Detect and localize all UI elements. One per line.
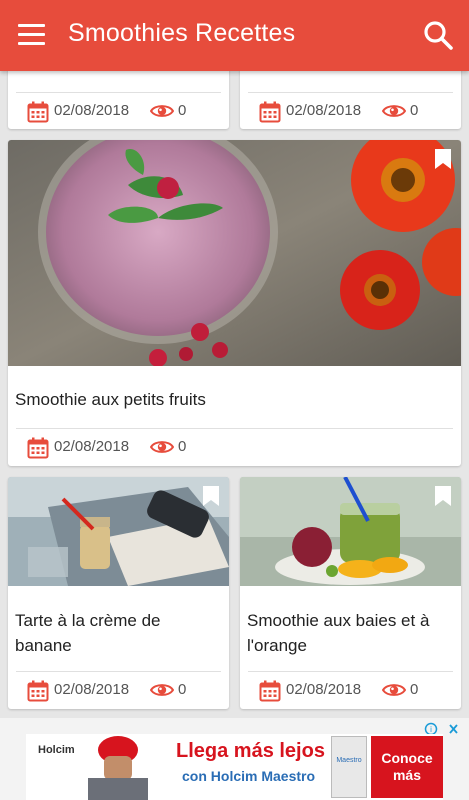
calendar-icon xyxy=(259,101,281,123)
ad-product-bag: Maestro xyxy=(331,736,367,798)
recipe-image xyxy=(240,477,461,586)
calendar-icon xyxy=(27,101,49,123)
eye-icon xyxy=(382,105,406,117)
recipe-date: 02/08/2018 xyxy=(286,681,362,698)
eye-icon xyxy=(150,441,174,453)
recipe-views: 0 xyxy=(178,102,187,119)
calendar-icon xyxy=(27,680,49,702)
recipe-meta: 02/08/2018 0 xyxy=(16,428,453,464)
recipe-title: Smoothie aux petits fruits xyxy=(15,390,206,409)
ad-creative[interactable]: Holcim Llega más lejos con Holcim Maestr… xyxy=(26,734,443,800)
recipe-image xyxy=(8,477,229,586)
ad-subheadline: con Holcim Maestro xyxy=(182,768,316,784)
menu-icon[interactable] xyxy=(18,24,45,46)
calendar-icon xyxy=(27,437,49,459)
bookmark-icon[interactable] xyxy=(434,485,452,507)
ad-brand-logo: Holcim xyxy=(38,744,75,756)
ad-banner[interactable]: i Holcim Llega más lejos con Holcim Maes… xyxy=(0,718,469,800)
recipe-meta: 02/08/2018 0 xyxy=(248,671,453,707)
eye-icon xyxy=(150,105,174,117)
recipe-date: 02/08/2018 xyxy=(54,681,130,698)
recipe-image xyxy=(8,140,461,366)
ad-headline: Llega más lejos xyxy=(176,740,325,762)
eye-icon xyxy=(150,684,174,696)
recipe-meta: 02/08/2018 0 xyxy=(16,92,221,128)
recipe-views: 0 xyxy=(410,102,419,119)
recipe-views: 0 xyxy=(178,438,187,455)
recipe-date: 02/08/2018 xyxy=(286,102,362,119)
recipe-card[interactable]: Smoothie aux baies et à l'orange 02/08/2… xyxy=(240,477,461,709)
recipe-title: Tarte à la crème de banane xyxy=(15,611,161,655)
recipe-meta: 02/08/2018 0 xyxy=(16,671,221,707)
bookmark-icon[interactable] xyxy=(202,485,220,507)
search-icon[interactable] xyxy=(422,19,454,51)
svg-text:i: i xyxy=(430,725,432,734)
ad-worker-image xyxy=(88,736,148,800)
recipe-date: 02/08/2018 xyxy=(54,102,130,119)
recipe-views: 0 xyxy=(410,681,419,698)
recipe-title: Smoothie aux baies et à l'orange xyxy=(247,611,430,655)
eye-icon xyxy=(382,684,406,696)
recipe-meta: 02/08/2018 0 xyxy=(248,92,453,128)
recipe-date: 02/08/2018 xyxy=(54,438,130,455)
calendar-icon xyxy=(259,680,281,702)
recipe-views: 0 xyxy=(178,681,187,698)
recipe-card[interactable]: Tarte à la crème de banane 02/08/2018 0 xyxy=(8,477,229,709)
recipe-card[interactable]: Smoothie aux petits fruits 02/08/2018 0 xyxy=(8,140,461,466)
app-bar: Smoothies Recettes xyxy=(0,0,469,71)
ad-cta-button[interactable]: Conoce más xyxy=(371,736,443,798)
bookmark-icon[interactable] xyxy=(434,148,452,170)
app-title: Smoothies Recettes xyxy=(68,19,296,47)
